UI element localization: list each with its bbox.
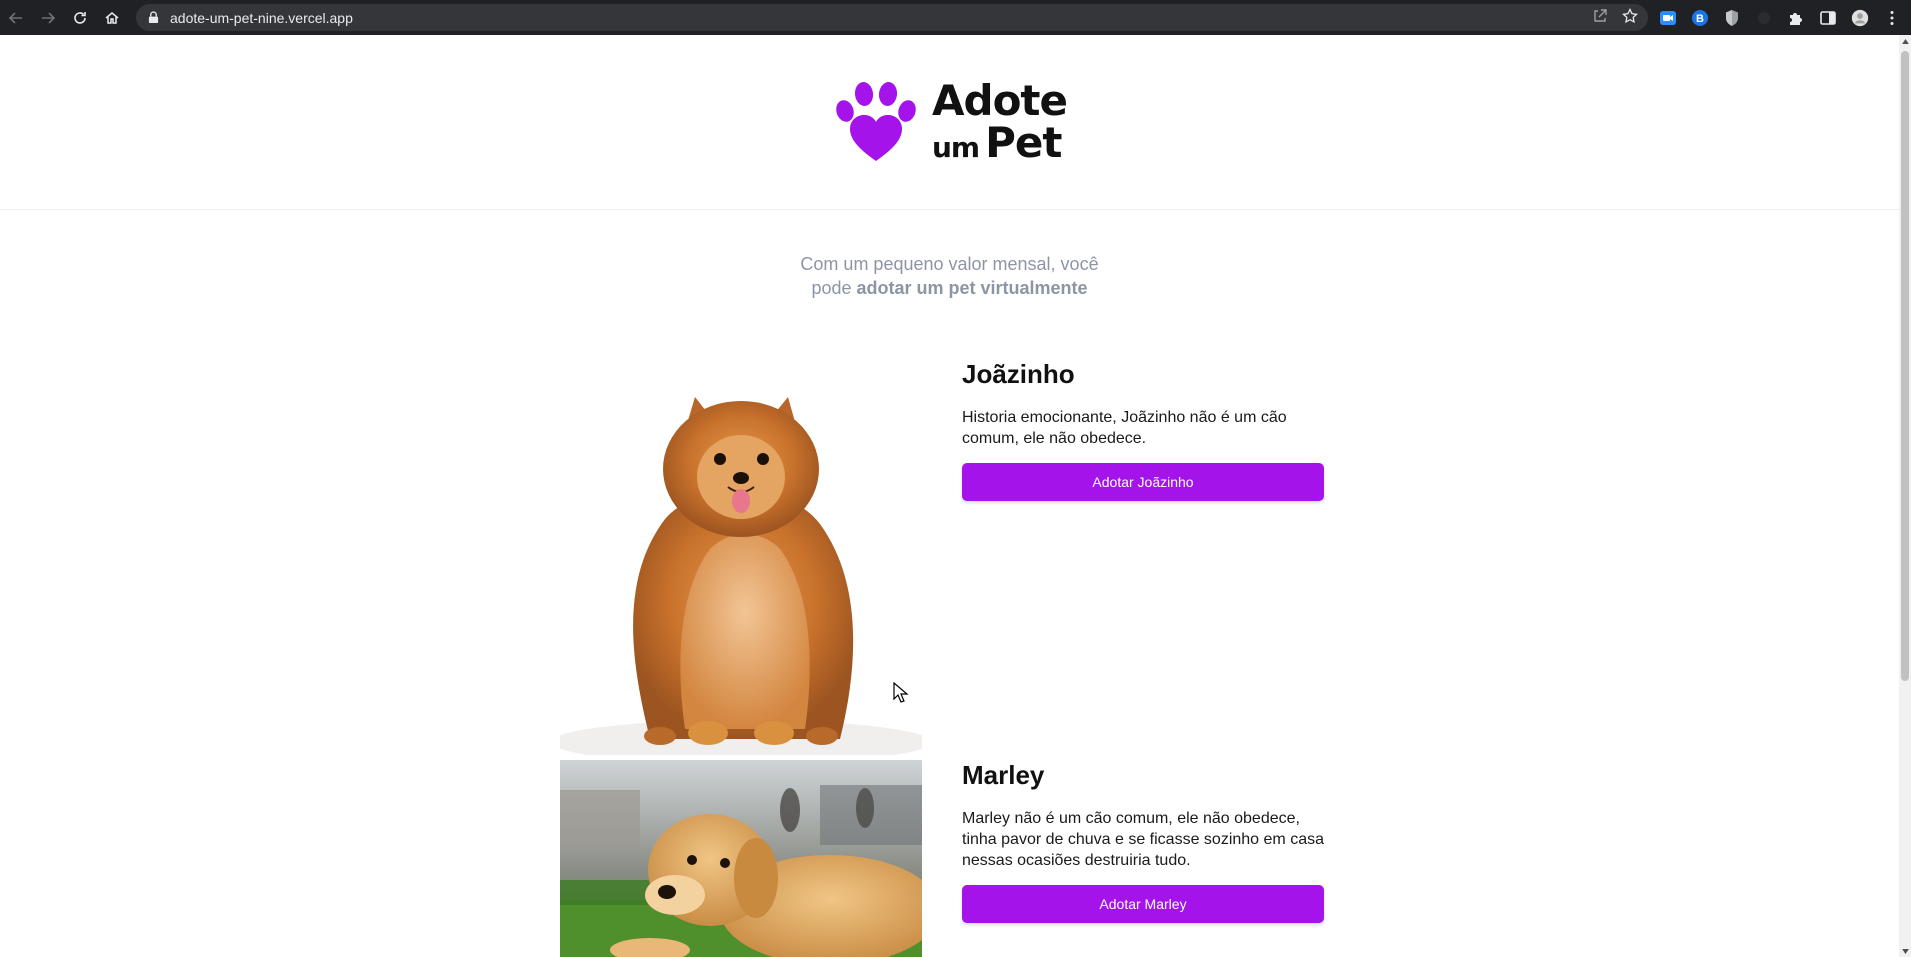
page-viewport: Adote um Pet Com um pequeno valor mensal…: [0, 35, 1899, 957]
pet-name-marley: Marley: [962, 760, 1045, 790]
dark-extension-icon[interactable]: [1755, 9, 1773, 27]
pomeranian-dog-image: [560, 359, 922, 755]
site-header: Adote um Pet: [0, 35, 1899, 210]
logo-word-adote: Adote: [932, 76, 1068, 125]
adopt-joazinho-button[interactable]: Adotar Joãzinho: [962, 463, 1324, 501]
side-panel-icon[interactable]: [1819, 9, 1837, 27]
profile-avatar[interactable]: [1851, 9, 1869, 27]
back-icon[interactable]: [0, 0, 32, 35]
intro-text: Com um pequeno valor mensal, você pode a…: [0, 252, 1899, 300]
scroll-down-arrow-icon[interactable]: [1899, 945, 1911, 957]
logo-word-um: um: [932, 131, 980, 164]
paw-heart-icon: [836, 82, 916, 161]
golden-retriever-puppy-image: [560, 760, 922, 957]
reload-icon[interactable]: [64, 0, 96, 35]
pet-photo-marley: [560, 760, 922, 957]
share-icon[interactable]: [1592, 8, 1608, 28]
intro-line1: Com um pequeno valor mensal, você: [800, 254, 1099, 274]
pet-description-joazinho: Historia emocionante, Joãzinho não é um …: [962, 409, 1287, 447]
lock-icon[interactable]: [148, 11, 160, 25]
pet-card-joazinho: Joãzinho Historia emocionante, Joãzinho …: [560, 359, 1324, 755]
intro-line2-prefix: pode: [811, 278, 857, 298]
b-extension-icon[interactable]: B: [1691, 9, 1709, 27]
scrollbar-thumb[interactable]: [1901, 51, 1909, 681]
shield-extension-icon[interactable]: [1723, 9, 1741, 27]
pet-description-marley: Marley não é um cão comum, ele não obede…: [962, 810, 1324, 869]
logo-word-pet: Pet: [985, 118, 1062, 167]
home-icon[interactable]: [96, 0, 128, 35]
pet-photo-joazinho: [560, 359, 922, 755]
address-bar[interactable]: adote-um-pet-nine.vercel.app: [136, 4, 1648, 31]
menu-dots-icon[interactable]: [1883, 9, 1901, 27]
pet-name-joazinho: Joãzinho: [962, 359, 1075, 389]
mouse-cursor-icon: [893, 682, 909, 703]
adopt-marley-button[interactable]: Adotar Marley: [962, 885, 1324, 923]
zoom-extension-icon[interactable]: [1659, 9, 1677, 27]
forward-icon[interactable]: [32, 0, 64, 35]
pet-card-marley: Marley Marley não é um cão comum, ele nã…: [560, 760, 1324, 957]
browser-toolbar: adote-um-pet-nine.vercel.app B: [0, 0, 1911, 35]
svg-text:B: B: [1696, 13, 1704, 25]
puzzle-icon[interactable]: [1787, 9, 1805, 27]
site-logo[interactable]: Adote um Pet: [832, 76, 1068, 167]
intro-highlight: adotar um pet virtualmente: [856, 278, 1088, 298]
url-text[interactable]: adote-um-pet-nine.vercel.app: [170, 10, 353, 26]
scroll-up-arrow-icon[interactable]: [1899, 35, 1911, 47]
page-scrollbar[interactable]: [1899, 35, 1911, 957]
bookmark-star-icon[interactable]: [1622, 7, 1638, 28]
